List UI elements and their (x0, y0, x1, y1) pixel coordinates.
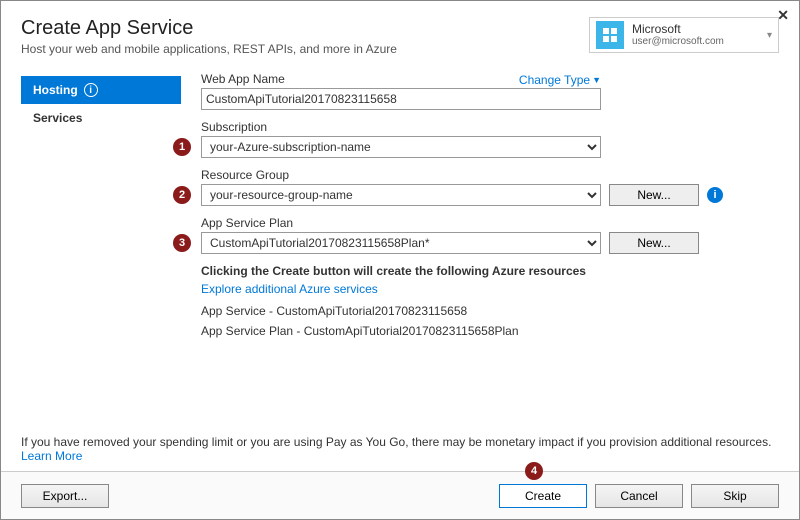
learn-more-link[interactable]: Learn More (21, 449, 82, 463)
info-icon[interactable]: i (707, 187, 723, 203)
app-service-plan-label: App Service Plan (201, 216, 779, 230)
create-button[interactable]: Create (499, 484, 587, 508)
account-picker[interactable]: Microsoft user@microsoft.com ▾ (589, 17, 779, 53)
resource-group-label: Resource Group (201, 168, 779, 182)
account-email: user@microsoft.com (632, 36, 759, 47)
info-icon: i (84, 83, 98, 97)
account-name: Microsoft (632, 23, 759, 36)
summary-heading: Clicking the Create button will create t… (201, 264, 779, 278)
microsoft-logo-icon (596, 21, 624, 49)
sidebar-item-label: Hosting (33, 83, 78, 97)
app-service-plan-select[interactable]: CustomApiTutorial20170823115658Plan* (201, 232, 601, 254)
chevron-down-icon: ▼ (592, 75, 601, 85)
skip-button[interactable]: Skip (691, 484, 779, 508)
summary-line: App Service Plan - CustomApiTutorial2017… (201, 324, 779, 338)
new-app-service-plan-button[interactable]: New... (609, 232, 699, 254)
sidebar-item-label: Services (33, 111, 82, 125)
change-type-link[interactable]: Change Type ▼ (519, 73, 601, 87)
step-marker-2: 2 (173, 186, 191, 204)
new-resource-group-button[interactable]: New... (609, 184, 699, 206)
step-marker-4: 4 (525, 462, 543, 480)
step-marker-1: 1 (173, 138, 191, 156)
footer: Export... 4 Create Cancel Skip (1, 471, 799, 519)
sidebar-item-services[interactable]: Services (21, 104, 181, 132)
export-button[interactable]: Export... (21, 484, 109, 508)
cancel-button[interactable]: Cancel (595, 484, 683, 508)
sidebar-item-hosting[interactable]: Hosting i (21, 76, 181, 104)
subscription-select[interactable]: your-Azure-subscription-name (201, 136, 601, 158)
explore-services-link[interactable]: Explore additional Azure services (201, 282, 779, 296)
webapp-name-label: Web App Name (201, 72, 285, 86)
sidebar: Hosting i Services (21, 72, 181, 344)
resource-group-select[interactable]: your-resource-group-name (201, 184, 601, 206)
subscription-label: Subscription (201, 120, 779, 134)
webapp-name-input[interactable] (201, 88, 601, 110)
summary-line: App Service - CustomApiTutorial201708231… (201, 304, 779, 318)
close-icon[interactable]: ✕ (777, 7, 789, 24)
pricing-note: If you have removed your spending limit … (21, 435, 779, 449)
step-marker-3: 3 (173, 234, 191, 252)
chevron-down-icon: ▾ (767, 30, 772, 41)
